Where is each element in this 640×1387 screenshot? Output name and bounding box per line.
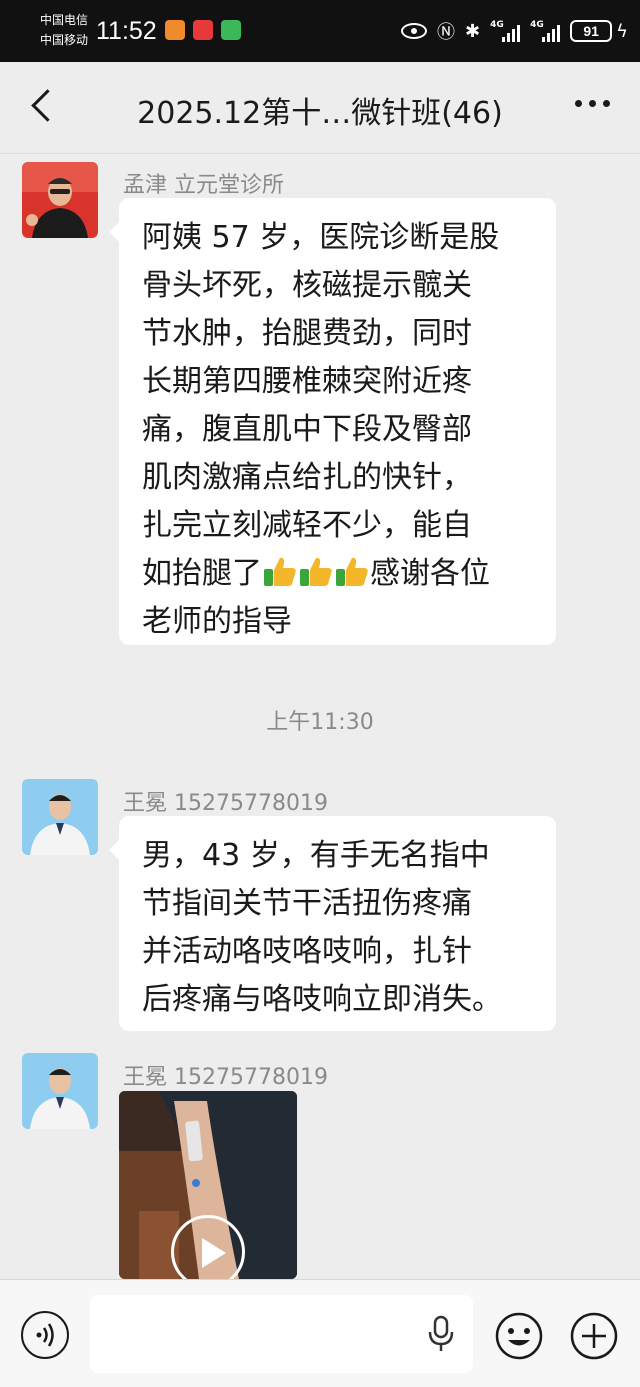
status-bar: 中国电信 中国移动 11:52 Ⓝ ✱ 4G 4G 91 ϟ	[0, 0, 640, 62]
signal-icon-2: 4G	[530, 20, 561, 42]
message-line: 后疼痛与咯吱响立即消失。	[142, 982, 502, 1017]
sender-name: 孟津 立元堂诊所	[123, 173, 284, 198]
health-app-icon	[165, 20, 185, 40]
message-line: 节水肿，抬腿费劲，同时	[142, 316, 472, 351]
message-line: 肌肉激痛点给扎的快针，	[142, 460, 472, 495]
thumbs-up-icon	[264, 557, 296, 586]
video-message[interactable]	[119, 1091, 297, 1279]
time-divider: 上午11:30	[266, 710, 374, 735]
microphone-icon[interactable]	[426, 1314, 456, 1354]
avatar[interactable]	[22, 162, 98, 238]
nfc-icon: Ⓝ	[437, 22, 456, 43]
message-line: 扎完立刻减轻不少，能自	[142, 508, 472, 543]
charging-icon: ϟ	[616, 20, 628, 42]
status-time: 11:52	[96, 17, 157, 45]
message-line: 长期第四腰椎棘突附近疼	[142, 364, 472, 399]
avatar[interactable]	[22, 1053, 98, 1129]
system-icons: Ⓝ ✱ 4G 4G 91 ϟ	[401, 17, 628, 45]
back-icon[interactable]	[22, 86, 62, 126]
battery-icon: 91	[570, 20, 613, 42]
huawei-app-icon	[193, 20, 213, 40]
sender-name: 王冕 15275778019	[123, 791, 328, 816]
message-line: 并活动咯吱咯吱响，扎针	[142, 934, 472, 969]
carrier-1: 中国电信	[40, 13, 89, 27]
voice-icon[interactable]	[21, 1311, 69, 1359]
message-line: 节指间关节干活扭伤疼痛	[142, 886, 472, 921]
carrier-labels: 中国电信 中国移动	[40, 10, 88, 50]
chat-header: 2025.12第十…微针班(46)	[0, 62, 640, 154]
message-line: 如抬腿了 感谢各位	[142, 550, 534, 598]
message-line: 骨头坏死，核磁提示髋关	[142, 268, 472, 303]
avatar[interactable]	[22, 779, 98, 855]
emoji-icon[interactable]	[494, 1311, 544, 1361]
signal-icon-1: 4G	[490, 20, 521, 42]
message-input[interactable]	[90, 1295, 473, 1373]
message-bubble[interactable]: 阿姨 57 岁，医院诊断是股 骨头坏死，核磁提示髋关 节水肿，抬腿费劲，同时 长…	[109, 198, 556, 645]
play-icon[interactable]	[171, 1215, 245, 1279]
eye-comfort-icon	[401, 23, 428, 39]
thumbs-up-icon	[300, 557, 332, 586]
message-text: 如抬腿了	[142, 556, 262, 591]
carrier-2: 中国移动	[40, 33, 89, 47]
more-icon[interactable]	[575, 100, 610, 107]
input-bar	[0, 1279, 640, 1387]
thumbs-up-icon	[336, 557, 368, 586]
chat-title[interactable]: 2025.12第十…微针班(46)	[90, 88, 550, 132]
bluetooth-icon: ✱	[465, 20, 481, 42]
message-line: 痛，腹直肌中下段及臀部	[142, 412, 472, 447]
message-text: 感谢各位	[370, 556, 490, 591]
sender-name: 王冕 15275778019	[123, 1065, 328, 1090]
message-line: 男，43 岁，有手无名指中	[142, 838, 490, 873]
message-line: 阿姨 57 岁，医院诊断是股	[142, 220, 500, 255]
plus-icon[interactable]	[569, 1311, 619, 1361]
message-line: 老师的指导	[142, 604, 292, 639]
message-bubble[interactable]: 男，43 岁，有手无名指中 节指间关节干活扭伤疼痛 并活动咯吱咯吱响，扎针 后疼…	[109, 816, 556, 1031]
hourglass-app-icon	[221, 20, 241, 40]
